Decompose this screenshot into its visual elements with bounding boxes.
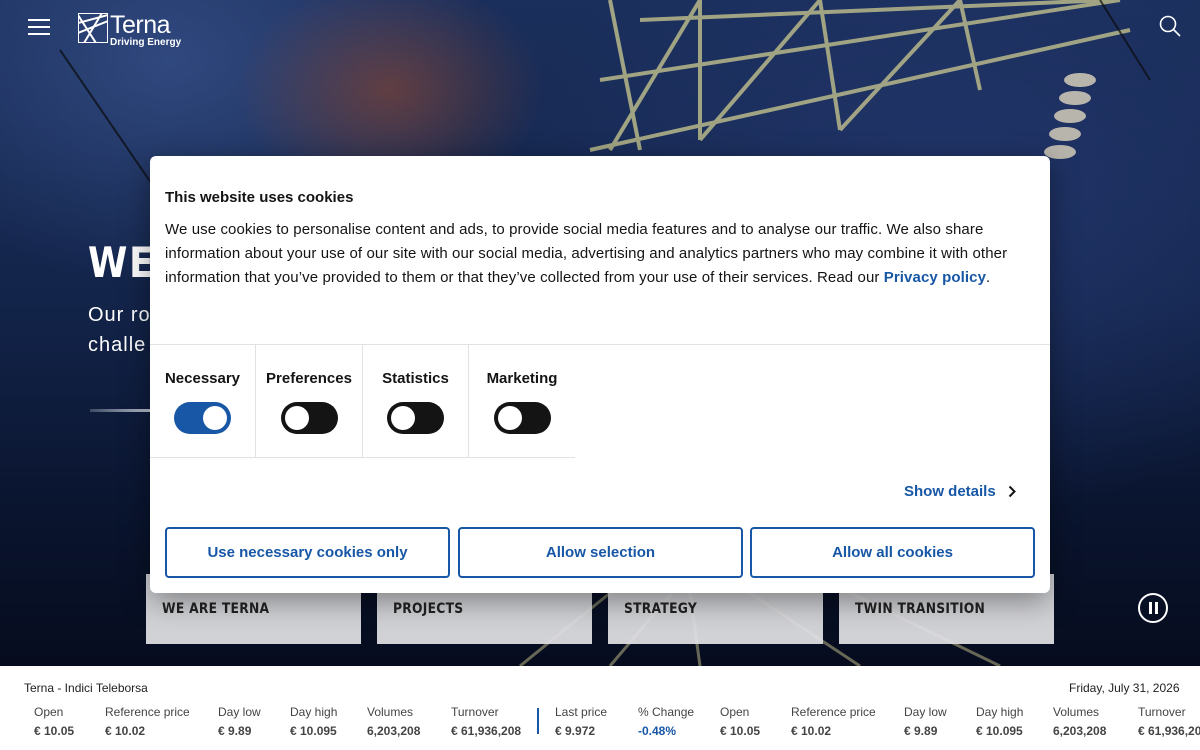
tile-label: STRATEGY [624,601,698,617]
cookie-dialog-text: We use cookies to personalise content an… [165,218,1040,290]
category-label: Necessary [164,370,241,387]
allow-selection-button[interactable]: Allow selection [458,527,743,578]
statistics-toggle[interactable] [387,402,444,434]
ticker-label: Open [34,705,64,719]
terna-logo-mark-icon [78,13,108,43]
category-preferences: Preferences [256,345,363,457]
show-details-link[interactable]: Show details [904,483,1016,500]
cookie-dialog: This website uses cookies We use cookies… [150,156,1050,593]
ticker-value: € 10.05 [34,724,75,738]
ticker-value: € 9.89 [218,724,252,738]
ticker-label: Volumes [1053,705,1100,719]
cookie-body-end: . [986,269,991,286]
ticker-cell: Turnover € 61,936,208 [1108,705,1200,738]
ticker-cell: Turnover € 61,936,208 [451,705,521,738]
ticker-value: € 10.02 [791,724,832,738]
necessary-toggle[interactable] [174,402,231,434]
site-header: Terna Driving Energy [0,0,1200,56]
ticker-value: € 10.095 [976,724,1023,738]
ticker-value: € 10.095 [290,724,337,738]
category-label: Marketing [486,370,558,387]
chevron-right-icon [1008,485,1016,498]
ticker-cell: Reference price € 10.02 [791,705,876,738]
cookie-body-text: We use cookies to personalise content an… [165,221,1008,286]
hero-title: WE [88,238,156,287]
ticker-cell: Day low € 9.89 [218,705,261,738]
ticker-cell: Day high € 10.095 [290,705,337,738]
ticker-value: -0.48% [638,724,677,738]
tile-label: PROJECTS [393,601,464,617]
search-icon[interactable] [1158,14,1182,38]
ticker-label: Volumes [367,705,414,719]
privacy-policy-link[interactable]: Privacy policy [884,269,986,286]
ticker-label: Day low [904,705,947,719]
ticker-label: Day high [976,705,1024,719]
ticker-value: € 10.05 [720,724,761,738]
tile-label: WE ARE TERNA [162,601,270,617]
ticker-separator [537,708,539,734]
ticker-value: € 10.02 [105,724,146,738]
tile-label: TWIN TRANSITION [855,601,986,617]
ticker-label: % Change [638,705,695,719]
ticker-cell: Volumes 6,203,208 [367,705,420,738]
ticker-cell: Reference price € 10.02 [105,705,190,738]
pause-icon[interactable] [1138,593,1168,623]
logo-tagline: Driving Energy [110,37,182,48]
category-label: Preferences [266,370,352,387]
ticker-date: Friday, July 31, 2026 [1069,681,1180,695]
ticker-label: Turnover [451,705,499,719]
ticker-value: € 9.972 [555,724,596,738]
allow-all-cookies-button[interactable]: Allow all cookies [750,527,1035,578]
ticker-label: Day low [218,705,261,719]
category-label: Statistics [382,370,449,387]
ticker-value: € 61,936,208 [451,724,522,738]
ticker-cell: Open € 10.05 [34,705,74,738]
ticker-value: € 9.89 [904,724,938,738]
ticker-label: Turnover [1138,705,1186,719]
category-statistics: Statistics [363,345,469,457]
show-details-label: Show details [904,483,996,500]
logo-name: Terna [110,11,171,39]
ticker-cell: Day low € 9.89 [904,705,947,738]
preferences-toggle[interactable] [281,402,338,434]
ticker-label: Open [720,705,750,719]
stock-ticker: Terna - Indici Teleborsa Friday, July 31… [0,666,1200,750]
cookie-dialog-title: This website uses cookies [165,189,354,206]
ticker-cell: Day high € 10.095 [976,705,1023,738]
ticker-label: Day high [290,705,338,719]
ticker-label: Reference price [791,705,876,719]
ticker-value: € 61,936,208 [1138,724,1200,738]
ticker-cell: Last price € 9.972 [555,705,607,738]
category-necessary: Necessary [150,345,256,457]
ticker-cell: % Change -0.48% [638,705,694,738]
terna-logo[interactable]: Terna Driving Energy [78,13,181,48]
ticker-value: 6,203,208 [1053,724,1107,738]
menu-icon[interactable] [28,18,50,36]
use-necessary-cookies-button[interactable]: Use necessary cookies only [165,527,450,578]
cookie-categories: Necessary Preferences Statistics Marketi… [150,345,575,458]
ticker-value: 6,203,208 [367,724,421,738]
ticker-cell: Open € 10.05 [720,705,760,738]
marketing-toggle[interactable] [494,402,551,434]
category-marketing: Marketing [469,345,575,457]
ticker-title: Terna - Indici Teleborsa [24,681,148,695]
ticker-label: Last price [555,705,608,719]
ticker-label: Reference price [105,705,190,719]
ticker-cell: Volumes 6,203,208 [1053,705,1106,738]
